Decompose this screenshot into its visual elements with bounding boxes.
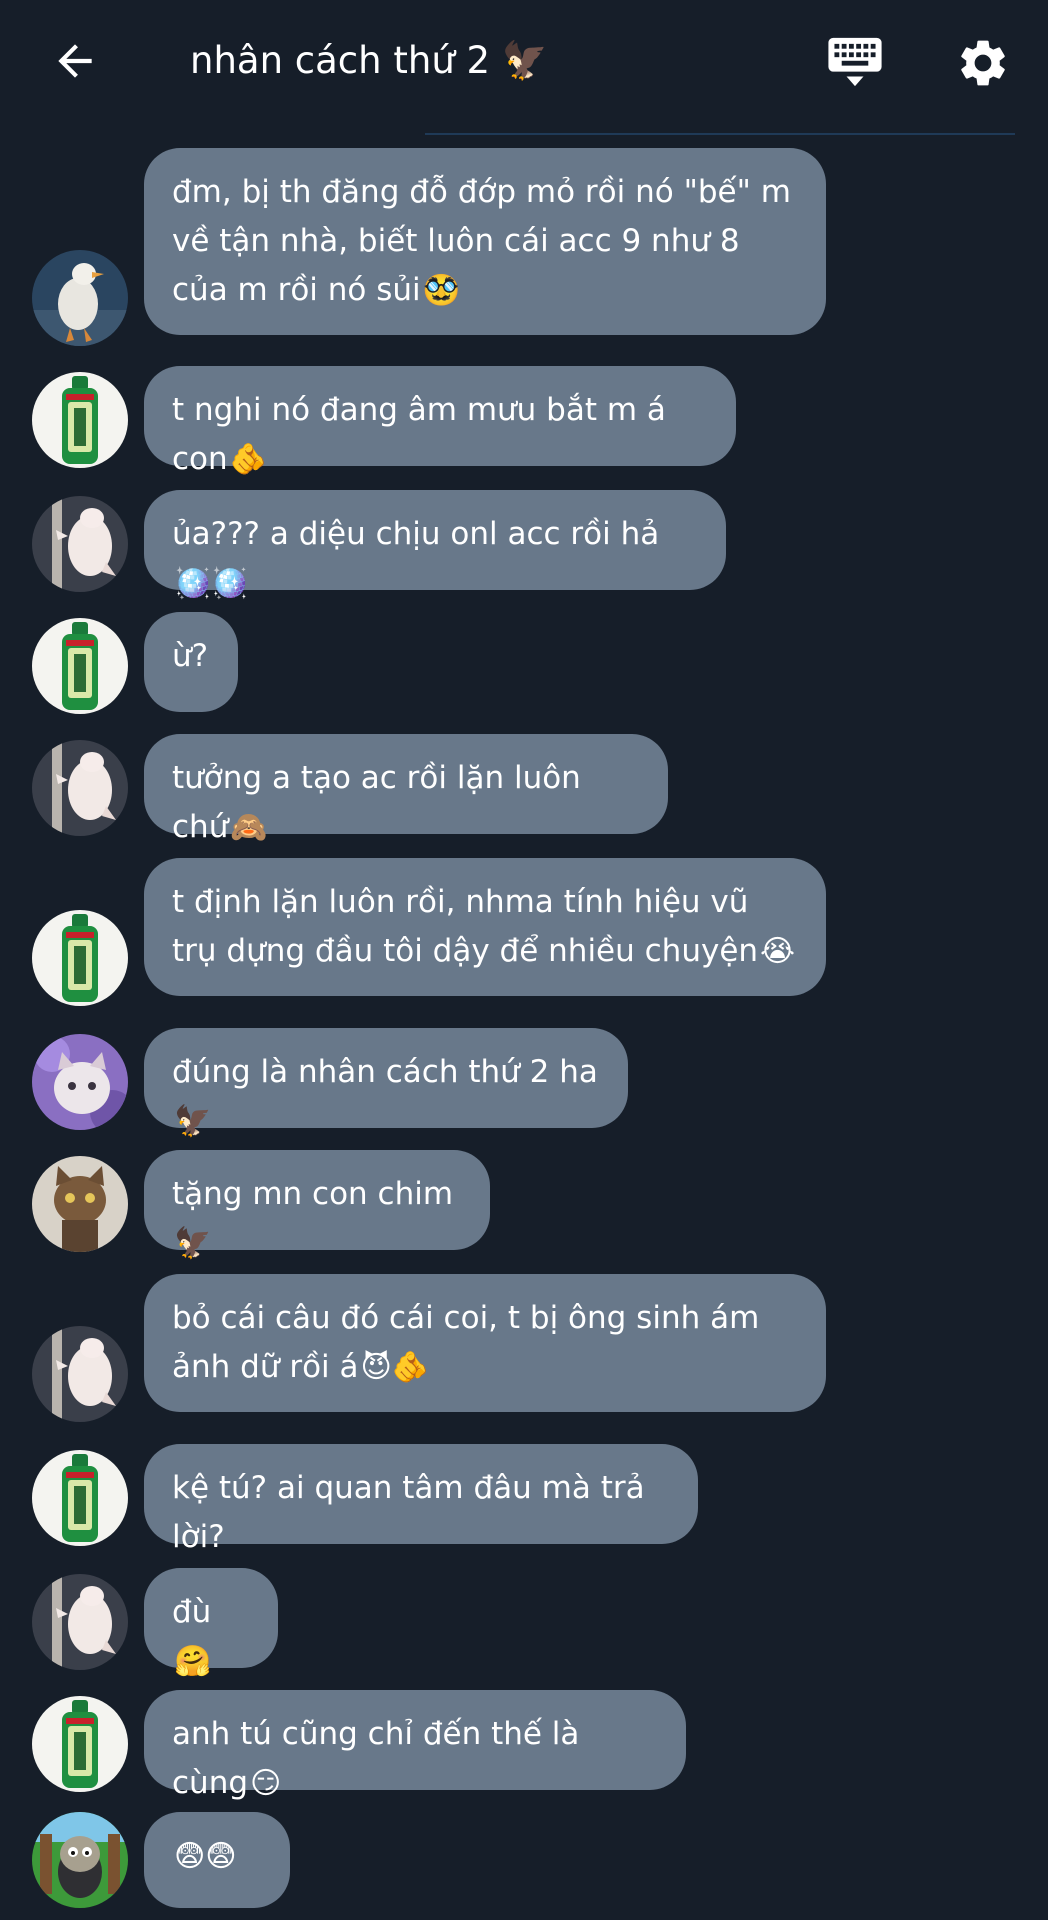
purple-cat-avatar[interactable] [32,1034,128,1130]
message-bubble: 😨😨 [144,1812,290,1908]
message-text: ủa??? a diệu chịu onl acc rồi hả [172,516,660,552]
emoji: 😏 [250,1766,282,1801]
sheep-avatar[interactable] [32,1812,128,1908]
emoji: 🥸 [422,273,461,308]
pole-cat-avatar[interactable] [32,496,128,592]
message-text: t định lặn luôn rồi, nhma tính hiệu vũ t… [172,884,759,969]
chat-title-text: nhân cách thứ 2 [190,39,491,82]
message-bubble: t định lặn luôn rồi, nhma tính hiệu vũ t… [144,858,826,996]
message-bubble: kệ tú? ai quan tâm đâu mà trả lời? [144,1444,698,1555]
back-button[interactable] [42,28,108,94]
arrow-left-icon [58,44,92,78]
settings-button[interactable] [950,30,1016,96]
message-bubble: tặng mn con chim 🦅 [144,1150,490,1261]
green-bottle-avatar[interactable] [32,1696,128,1792]
message-text: ừ? [172,638,209,674]
message-text: kệ tú? ai quan tâm đâu mà trả lời? [172,1470,655,1555]
keyboard-icon [828,37,882,87]
emoji: 🦅 [174,1104,212,1139]
green-bottle-avatar[interactable] [32,372,128,468]
message-bubble: t nghi nó đang âm mưu bắt m á con🫵 [144,366,736,477]
pole-cat-avatar[interactable] [32,1326,128,1422]
pole-cat-avatar[interactable] [32,1574,128,1670]
eagle-emoji: 🦅 [501,39,548,82]
emoji: 🤗 [174,1644,212,1679]
pole-cat-avatar[interactable] [32,740,128,836]
message-text: tặng mn con chim [172,1176,454,1212]
green-bottle-avatar[interactable] [32,910,128,1006]
emoji: 😨😨 [174,1839,237,1874]
message-bubble: tưởng a tạo ac rồi lặn luôn chứ🙈 [144,734,668,845]
green-bottle-avatar[interactable] [32,618,128,714]
duck-avatar[interactable] [32,250,128,346]
message-bubble: bỏ cái câu đó cái coi, t bị ông sinh ám … [144,1274,826,1412]
emoji: 🫵 [229,442,268,477]
keyboard-button[interactable] [822,30,888,94]
brown-cat-avatar[interactable] [32,1156,128,1252]
message-text: đù [172,1594,212,1630]
gear-icon [961,40,1005,86]
chat-title: nhân cách thứ 2 🦅 [190,36,548,86]
emoji: 🦅 [174,1226,212,1261]
message-bubble: ừ? [144,612,238,712]
chat-header: nhân cách thứ 2 🦅 [0,0,1048,135]
message-bubble: đúng là nhân cách thứ 2 ha 🦅 [144,1028,628,1139]
message-bubble: đù 🤗 [144,1568,278,1679]
message-bubble: anh tú cũng chỉ đến thế là cùng😏 [144,1690,686,1801]
emoji: 😈🫵 [360,1350,430,1385]
emoji: 🙈 [230,810,268,845]
message-text: anh tú cũng chỉ đến thế là cùng [172,1716,590,1801]
message-bubble: đm, bị th đăng đỗ đớp mỏ rồi nó "bế" m v… [144,148,826,335]
green-bottle-avatar[interactable] [32,1450,128,1546]
message-text: đúng là nhân cách thứ 2 ha [172,1054,598,1090]
message-bubble: ủa??? a diệu chịu onl acc rồi hả 🪩🪩 [144,490,726,601]
emoji: 🪩🪩 [174,566,249,601]
message-text: bỏ cái câu đó cái coi, t bị ông sinh ám … [172,1300,770,1385]
emoji: 😭 [760,934,796,969]
message-text: đm, bị th đăng đỗ đớp mỏ rồi nó "bế" m v… [172,174,801,308]
header-divider [425,133,1015,135]
